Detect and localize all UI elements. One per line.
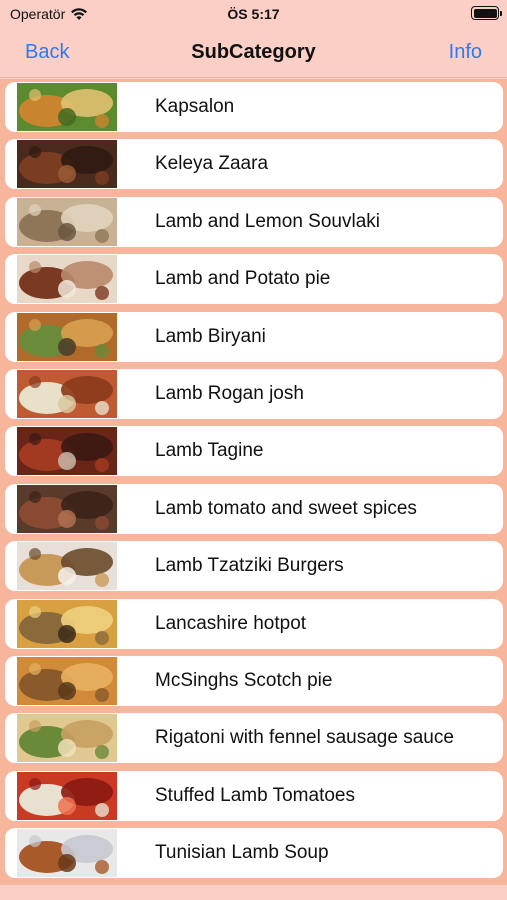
- food-thumbnail: [17, 771, 117, 820]
- status-right: [471, 6, 502, 20]
- list-item-label: Lamb and Lemon Souvlaki: [155, 210, 380, 232]
- list-item[interactable]: Tunisian Lamb Soup: [5, 828, 503, 879]
- page-title: SubCategory: [191, 41, 316, 63]
- list-item-label: Lamb Biryani: [155, 325, 266, 347]
- list-item-label: Keleya Zaara: [155, 153, 269, 175]
- list-item[interactable]: Kapsalon: [5, 82, 503, 132]
- list-item-label: Lamb Tzatziki Burgers: [155, 555, 344, 577]
- list-item[interactable]: Lamb tomato and sweet spices: [5, 483, 503, 534]
- list-item-label: Lamb Tagine: [155, 440, 264, 462]
- status-time: ÖS 5:17: [227, 6, 280, 22]
- list-item[interactable]: Lamb Tagine: [5, 426, 503, 477]
- list-item-label: Lamb tomato and sweet spices: [155, 497, 417, 519]
- list-item-label: Tunisian Lamb Soup: [155, 842, 329, 864]
- list-item[interactable]: Lamb Biryani: [5, 311, 503, 362]
- food-thumbnail: [17, 197, 117, 246]
- list-item[interactable]: Lamb Rogan josh: [5, 369, 503, 419]
- list-item-label: Lamb and Potato pie: [155, 268, 331, 290]
- list-item-label: Lamb Rogan josh: [155, 383, 304, 404]
- food-thumbnail: [17, 484, 117, 533]
- food-thumbnail: [17, 829, 117, 878]
- food-thumbnail: [17, 427, 117, 476]
- battery-icon: [471, 6, 502, 20]
- food-thumbnail: [17, 255, 117, 304]
- food-thumbnail: [17, 312, 117, 361]
- status-bar: Operatör ÖS 5:17: [0, 0, 507, 30]
- list-item[interactable]: Rigatoni with fennel sausage sauce: [5, 713, 503, 764]
- list-item[interactable]: Lamb and Potato pie: [5, 254, 503, 305]
- list-item[interactable]: Lancashire hotpot: [5, 598, 503, 649]
- food-thumbnail: [17, 714, 117, 763]
- food-thumbnail: [17, 370, 117, 418]
- list-item[interactable]: Lamb Tzatziki Burgers: [5, 541, 503, 592]
- food-thumbnail: [17, 83, 117, 131]
- navigation-bar: Back SubCategory Info: [0, 30, 507, 78]
- list-item[interactable]: Lamb and Lemon Souvlaki: [5, 196, 503, 247]
- food-thumbnail: [17, 599, 117, 648]
- list-item-label: McSinghs Scotch pie: [155, 670, 333, 691]
- info-button[interactable]: Info: [449, 41, 482, 64]
- list-item[interactable]: Stuffed Lamb Tomatoes: [5, 770, 503, 821]
- list-item[interactable]: Keleya Zaara: [5, 139, 503, 190]
- list-item-label: Kapsalon: [155, 96, 235, 117]
- list-item-label: Stuffed Lamb Tomatoes: [155, 784, 355, 806]
- list-item[interactable]: McSinghs Scotch pie: [5, 656, 503, 706]
- list-item-label: Rigatoni with fennel sausage sauce: [155, 727, 454, 749]
- list-item-label: Lancashire hotpot: [155, 612, 307, 634]
- food-thumbnail: [17, 140, 117, 189]
- food-thumbnail: [17, 657, 117, 705]
- bottom-strip: [0, 885, 507, 900]
- food-thumbnail: [17, 542, 117, 591]
- subcategory-list[interactable]: Kapsalon Keleya Zaara Lamb and Lemon Souvl…: [0, 79, 507, 885]
